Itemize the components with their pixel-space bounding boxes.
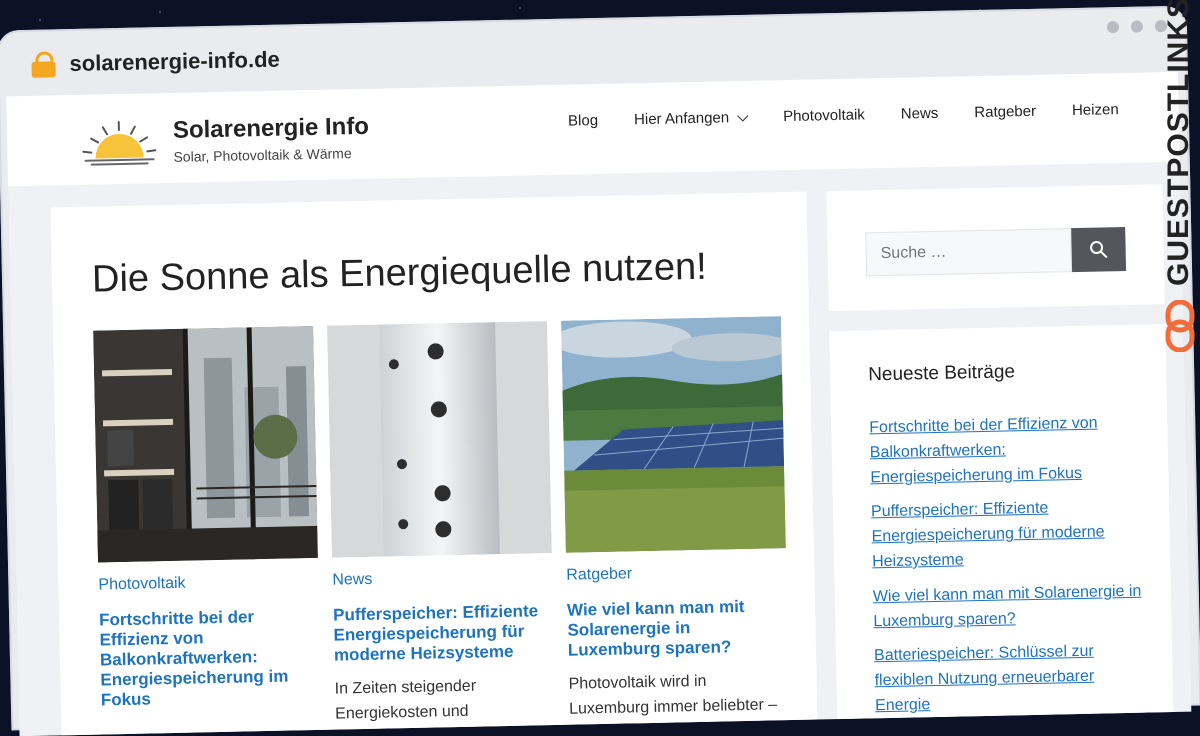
watermark: GUESTPOSTLINKS <box>1162 56 1200 356</box>
recent-post-link[interactable]: Fortschritte bei der Effizienz von Balko… <box>869 415 1098 486</box>
recent-posts-widget: Neueste Beiträge Fortschritte bei der Ef… <box>829 324 1173 731</box>
list-item: Batteriespeicher: Schlüssel zur flexible… <box>874 639 1145 719</box>
search-icon <box>1089 240 1107 258</box>
nav-label: Hier Anfangen <box>634 109 729 128</box>
post-category-link[interactable]: News <box>332 567 552 590</box>
url-text[interactable]: solarenergie-info.de <box>69 47 280 77</box>
post-card: Photovoltaik Fortschritte bei der Effizi… <box>93 326 321 711</box>
page-viewport: Solarenergie Info Solar, Photovoltaik & … <box>6 72 1191 736</box>
list-item: Pufferspeicher: Effiziente Energiespeich… <box>871 495 1142 575</box>
window-controls <box>1107 20 1167 33</box>
window-dot-icon[interactable] <box>1107 21 1119 33</box>
post-thumbnail-buffer-tank[interactable] <box>327 321 552 558</box>
main-navigation: Blog Hier Anfangen Photovoltaik News Rat… <box>568 101 1119 130</box>
page-title: Die Sonne als Energiequelle nutzen! <box>92 246 708 302</box>
nav-item-blog[interactable]: Blog <box>568 112 598 130</box>
widget-title: Neueste Beiträge <box>868 361 1015 386</box>
site-header: Solarenergie Info Solar, Photovoltaik & … <box>6 72 1180 187</box>
nav-item-news[interactable]: News <box>901 105 939 123</box>
list-item: Wie viel kann man mit Solarenergie in Lu… <box>873 579 1144 634</box>
recent-post-link[interactable]: Pufferspeicher: Effiziente Energiespeich… <box>871 500 1105 570</box>
chevron-down-icon <box>737 110 748 121</box>
post-card: Ratgeber Wie viel kann man mit Solarener… <box>561 316 789 722</box>
search-widget <box>826 184 1164 311</box>
nav-label: News <box>901 105 939 123</box>
recent-post-link[interactable]: Batteriespeicher: Schlüssel zur flexible… <box>874 643 1095 714</box>
post-excerpt: Photovoltaik wird in Luxemburg immer bel… <box>568 668 789 722</box>
post-thumbnail-solar-field[interactable] <box>561 316 786 553</box>
main-content: Die Sonne als Energiequelle nutzen! <box>51 192 819 736</box>
post-title-link[interactable]: Wie viel kann man mit Solarenergie in Lu… <box>567 596 788 661</box>
window-dot-icon[interactable] <box>1131 21 1143 33</box>
post-title-link[interactable]: Fortschritte bei der Effizienz von Balko… <box>99 606 321 711</box>
post-category-link[interactable]: Ratgeber <box>566 562 786 585</box>
nav-item-ratgeber[interactable]: Ratgeber <box>974 103 1036 121</box>
sun-logo-icon[interactable] <box>81 117 158 167</box>
nav-item-photovoltaik[interactable]: Photovoltaik <box>783 106 865 125</box>
watermark-text: GUESTPOSTLINKS <box>1162 0 1200 286</box>
site-title[interactable]: Solarenergie Info <box>173 113 370 145</box>
nav-label: Heizen <box>1072 101 1119 119</box>
nav-item-hier-anfangen[interactable]: Hier Anfangen <box>634 109 747 128</box>
search-button[interactable] <box>1071 227 1126 272</box>
chain-link-icon <box>1164 300 1196 352</box>
post-card: News Pufferspeicher: Effiziente Energies… <box>327 321 555 727</box>
lock-icon <box>31 51 56 77</box>
post-category-link[interactable]: Photovoltaik <box>98 572 318 595</box>
site-description: Solar, Photovoltaik & Wärme <box>173 145 351 165</box>
nav-label: Blog <box>568 112 598 130</box>
post-thumbnail-balcony[interactable] <box>93 326 318 563</box>
post-title-link[interactable]: Pufferspeicher: Effiziente Energiespeich… <box>333 601 554 666</box>
post-excerpt: In Zeiten steigender Energiekosten und <box>334 673 555 727</box>
search-input[interactable] <box>865 228 1072 276</box>
browser-window: solarenergie-info.de <box>0 6 1200 731</box>
nav-label: Ratgeber <box>974 103 1036 121</box>
nav-item-heizen[interactable]: Heizen <box>1072 101 1119 119</box>
list-item: Fortschritte bei der Effizienz von Balko… <box>869 411 1140 491</box>
nav-label: Photovoltaik <box>783 106 865 125</box>
recent-posts-list: Fortschritte bei der Effizienz von Balko… <box>869 411 1145 729</box>
recent-post-link[interactable]: Wie viel kann man mit Solarenergie in Lu… <box>873 582 1142 629</box>
